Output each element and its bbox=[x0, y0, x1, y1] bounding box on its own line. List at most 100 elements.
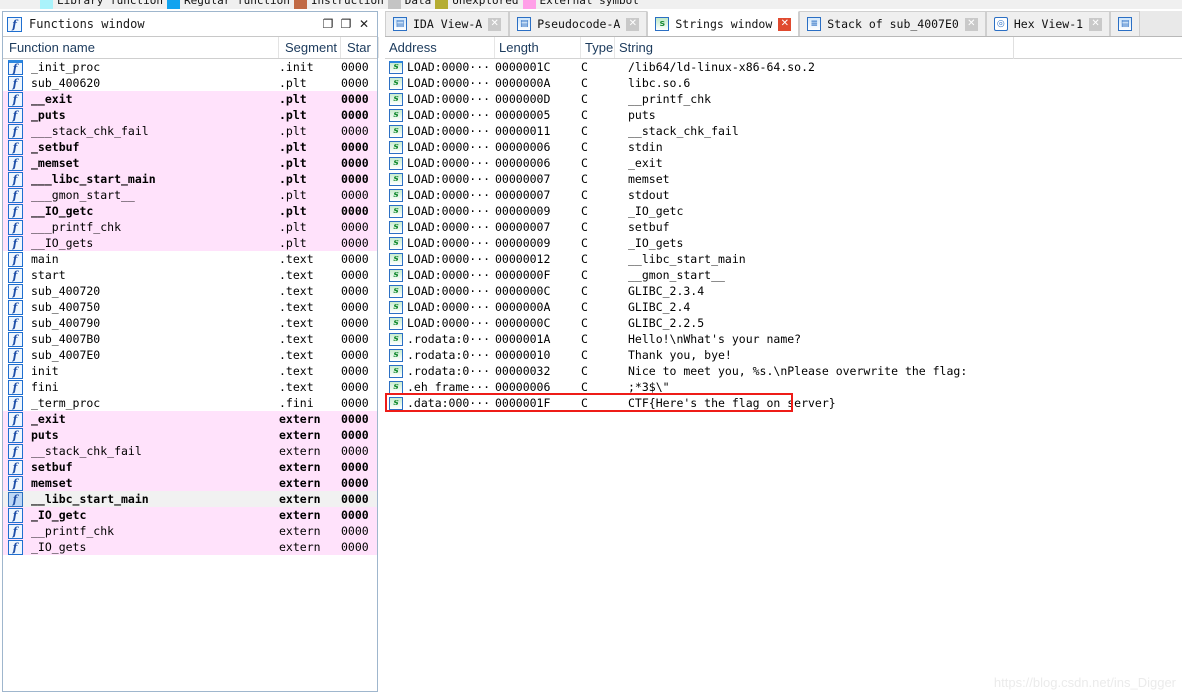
column-header-function-name[interactable]: Function name bbox=[3, 37, 279, 58]
function-row[interactable]: f start .text 0000 bbox=[3, 267, 377, 283]
row-icon-cell: f bbox=[3, 171, 27, 187]
string-row[interactable]: s LOAD:0000··· 0000000C C GLIBC_2.3.4 bbox=[385, 283, 1182, 299]
function-row[interactable]: f setbuf extern 0000 bbox=[3, 459, 377, 475]
string-row[interactable]: s LOAD:0000··· 0000001C C/lib64/ld-linux-x8… bbox=[385, 59, 1182, 75]
function-icon: f bbox=[7, 251, 23, 267]
string-icon: s bbox=[389, 380, 403, 394]
close-icon[interactable]: ✕ bbox=[355, 15, 373, 33]
function-row[interactable]: f _init_proc .init 0000 bbox=[3, 59, 377, 75]
tab-ida-view-a[interactable]: ▤ IDA View-A ✕ bbox=[385, 11, 510, 36]
function-row[interactable]: f _IO_getc extern 0000 bbox=[3, 507, 377, 523]
type-cell: C bbox=[581, 124, 588, 138]
row-icon-cell: f bbox=[3, 491, 27, 507]
tab-close-icon[interactable]: ✕ bbox=[1089, 17, 1103, 31]
function-icon: f bbox=[7, 411, 23, 427]
tab-stack-of-sub-4007e0[interactable]: ≡ Stack of sub_4007E0 ✕ bbox=[799, 11, 986, 36]
strings-list[interactable]: s LOAD:0000··· 0000001C C/lib64/ld-linux-x8… bbox=[385, 59, 1182, 411]
tab-close-icon[interactable]: ✕ bbox=[964, 17, 978, 31]
function-row[interactable]: f _IO_gets extern 0000 bbox=[3, 539, 377, 555]
string-row[interactable]: s LOAD:0000··· 0000000F C __gmon_start__ bbox=[385, 267, 1182, 283]
column-header-length[interactable]: Length bbox=[495, 37, 581, 58]
string-row[interactable]: s LOAD:0000··· 00000007 Csetbuf bbox=[385, 219, 1182, 235]
column-header-start[interactable]: Star bbox=[341, 37, 379, 58]
string-row[interactable]: s LOAD:0000··· 00000012 C __libc_start_main bbox=[385, 251, 1182, 267]
string-row[interactable]: s LOAD:0000··· 00000007 Cstdout bbox=[385, 187, 1182, 203]
string-row[interactable]: s LOAD:0000··· 00000006 Cstdin bbox=[385, 139, 1182, 155]
function-row[interactable]: f fini .text 0000 bbox=[3, 379, 377, 395]
type-cell: C bbox=[581, 268, 588, 282]
function-row[interactable]: f puts extern 0000 bbox=[3, 427, 377, 443]
function-row[interactable]: f __libc_start_main extern 0000 bbox=[3, 491, 377, 507]
string-row[interactable]: s LOAD:0000··· 00000007 Cmemset bbox=[385, 171, 1182, 187]
string-row[interactable]: s LOAD:0000··· 00000009 C _IO_getc bbox=[385, 203, 1182, 219]
type-cell: C bbox=[581, 316, 588, 330]
function-row[interactable]: f __exit .plt 0000 bbox=[3, 91, 377, 107]
function-row[interactable]: f __IO_gets .plt 0000 bbox=[3, 235, 377, 251]
string-icon: s bbox=[389, 284, 403, 298]
function-icon: f bbox=[7, 379, 23, 395]
string-row[interactable]: s .rodata:0··· 00000032 C Nice to meet you, … bbox=[385, 363, 1182, 379]
tab-close-icon[interactable]: ✕ bbox=[778, 17, 792, 31]
function-row[interactable]: f ___gmon_start__ .plt 0000 bbox=[3, 187, 377, 203]
string-row[interactable]: s LOAD:0000··· 0000000D C __printf_chk bbox=[385, 91, 1182, 107]
view-tabbar[interactable]: ▤ IDA View-A ✕ ▤ Pseudocode-A ✕ s Strings windo… bbox=[385, 11, 1182, 37]
tab-close-icon[interactable]: ✕ bbox=[488, 17, 502, 31]
function-row[interactable]: f _setbuf .plt 0000 bbox=[3, 139, 377, 155]
function-icon: f bbox=[7, 283, 23, 299]
maximize-icon[interactable]: ❐ bbox=[319, 15, 337, 33]
function-row[interactable]: f init .text 0000 bbox=[3, 363, 377, 379]
length-cell: 00000032 bbox=[495, 364, 551, 378]
row-icon-cell: s bbox=[385, 284, 407, 298]
function-row[interactable]: f _term_proc .fini 0000 bbox=[3, 395, 377, 411]
legend-swatch-icon bbox=[522, 0, 536, 9]
string-row[interactable]: s LOAD:0000··· 0000000C C GLIBC_2.2.5 bbox=[385, 315, 1182, 331]
function-row[interactable]: f ___printf_chk .plt 0000 bbox=[3, 219, 377, 235]
string-row[interactable]: s .rodata:0··· 00000010 C Thank you, bye! bbox=[385, 347, 1182, 363]
string-row[interactable]: s .rodata:0··· 0000001A C Hello!\nWhat's you… bbox=[385, 331, 1182, 347]
function-row[interactable]: f sub_4007E0 .text 0000 bbox=[3, 347, 377, 363]
row-icon-cell: s bbox=[385, 300, 407, 314]
function-row[interactable]: f ___stack_chk_fail .plt 0000 bbox=[3, 123, 377, 139]
legend-item: Instruction bbox=[293, 0, 384, 9]
string-row[interactable]: s .eh_frame··· 00000006 C ;*3$\" bbox=[385, 379, 1182, 395]
function-row[interactable]: f _puts .plt 0000 bbox=[3, 107, 377, 123]
string-row[interactable]: s LOAD:0000··· 0000000A C GLIBC_2.4 bbox=[385, 299, 1182, 315]
function-row[interactable]: f sub_400750 .text 0000 bbox=[3, 299, 377, 315]
function-row[interactable]: f main .text 0000 bbox=[3, 251, 377, 267]
tab-close-icon[interactable]: ✕ bbox=[626, 17, 640, 31]
row-icon-cell: f bbox=[3, 347, 27, 363]
function-row[interactable]: f _exit extern 0000 bbox=[3, 411, 377, 427]
functions-list[interactable]: f _init_proc .init 0000 f sub_400620 .plt 0000 f… bbox=[3, 59, 377, 555]
tab-hex-view-1[interactable]: ◎ Hex View-1 ✕ bbox=[985, 11, 1111, 36]
function-row[interactable]: f sub_4007B0 .text 0000 bbox=[3, 331, 377, 347]
column-header-segment[interactable]: Segment bbox=[279, 37, 341, 58]
column-header-type[interactable]: Type bbox=[581, 37, 615, 58]
string-row[interactable]: s LOAD:0000··· 00000009 C _IO_gets bbox=[385, 235, 1182, 251]
function-row[interactable]: f __IO_getc .plt 0000 bbox=[3, 203, 377, 219]
string-value-cell: stdout bbox=[628, 188, 670, 202]
column-header-string[interactable]: String bbox=[615, 37, 1182, 58]
string-row[interactable]: s LOAD:0000··· 00000006 C _exit bbox=[385, 155, 1182, 171]
string-row[interactable]: s LOAD:0000··· 0000000A Clibc.so.6 bbox=[385, 75, 1182, 91]
tab-overflow-partial[interactable]: ▤ bbox=[1110, 11, 1141, 36]
length-cell: 00000005 bbox=[495, 108, 551, 122]
function-row[interactable]: f memset extern 0000 bbox=[3, 475, 377, 491]
function-row[interactable]: f sub_400620 .plt 0000 bbox=[3, 75, 377, 91]
function-row[interactable]: f __stack_chk_fail extern 0000 bbox=[3, 443, 377, 459]
string-row[interactable]: s .data:000··· 0000001F C CTF{Here's the fla… bbox=[385, 395, 1182, 411]
restore-icon[interactable]: ❐ bbox=[337, 15, 355, 33]
string-row[interactable]: s LOAD:0000··· 00000005 Cputs bbox=[385, 107, 1182, 123]
address-cell: LOAD:0000··· bbox=[407, 76, 491, 90]
function-row[interactable]: f __printf_chk extern 0000 bbox=[3, 523, 377, 539]
string-row[interactable]: s LOAD:0000··· 00000011 C __stack_chk_fail bbox=[385, 123, 1182, 139]
tab-strings-window[interactable]: s Strings window ✕ bbox=[647, 11, 800, 36]
column-header-address[interactable]: Address bbox=[385, 37, 495, 58]
length-cell: 0000000D bbox=[495, 92, 551, 106]
function-row[interactable]: f sub_400790 .text 0000 bbox=[3, 315, 377, 331]
function-row[interactable]: f _memset .plt 0000 bbox=[3, 155, 377, 171]
function-row[interactable]: f ___libc_start_main .plt 0000 bbox=[3, 171, 377, 187]
legend-label: Instruction bbox=[310, 0, 384, 7]
function-row[interactable]: f sub_400720 .text 0000 bbox=[3, 283, 377, 299]
tab-pseudocode-a[interactable]: ▤ Pseudocode-A ✕ bbox=[509, 11, 648, 36]
length-cell: 0000001C bbox=[495, 60, 551, 74]
